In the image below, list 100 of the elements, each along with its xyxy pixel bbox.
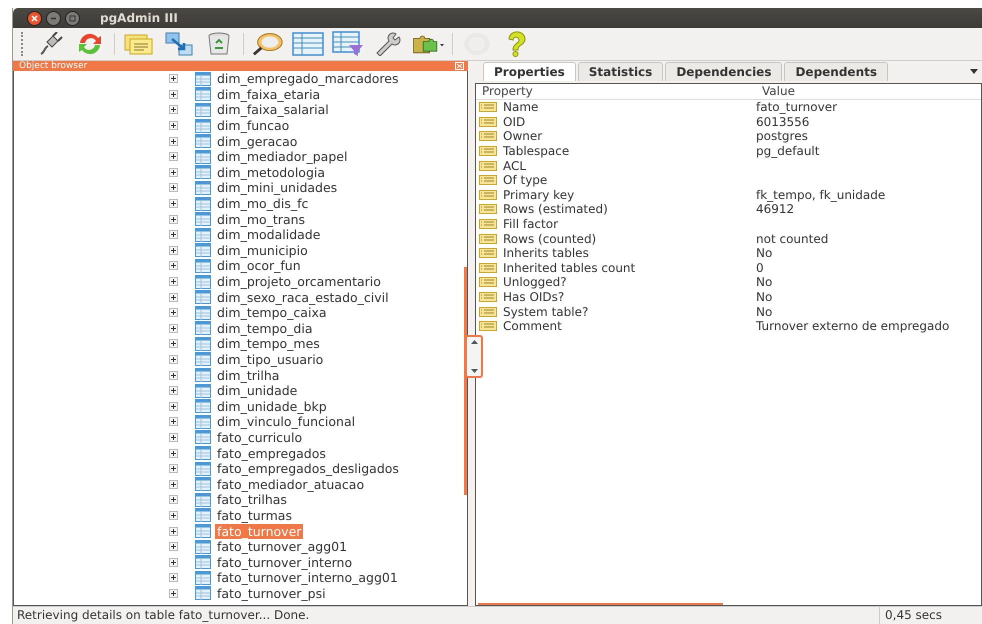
expand-icon[interactable]: [169, 121, 178, 130]
expand-icon[interactable]: [169, 573, 178, 582]
property-icon: [479, 116, 497, 127]
tree-item[interactable]: dim_tipo_usuario: [215, 352, 326, 367]
tree-item[interactable]: dim_faixa_etaria: [215, 86, 322, 102]
property-name: Rows (counted): [503, 232, 596, 246]
expand-icon[interactable]: [169, 432, 178, 442]
close-icon[interactable]: [455, 62, 464, 70]
tree-item[interactable]: dim_funcao: [215, 118, 292, 134]
expand-icon[interactable]: [169, 214, 178, 224]
expand-icon[interactable]: [169, 277, 178, 286]
expand-icon[interactable]: [169, 230, 178, 240]
tree-item[interactable]: dim_modalidade: [215, 227, 322, 242]
tree-item[interactable]: dim_projeto_orcamentario: [215, 274, 383, 290]
tree-item[interactable]: dim_tempo_mes: [215, 336, 322, 352]
table-icon: [195, 368, 211, 382]
tree-item[interactable]: fato_turnover_interno: [215, 554, 354, 570]
property-icon: [479, 146, 497, 156]
tree-item[interactable]: fato_turmas: [215, 508, 294, 523]
expand-icon[interactable]: [169, 417, 178, 426]
expand-icon[interactable]: [169, 542, 178, 552]
tree-item[interactable]: dim_ocor_fun: [215, 258, 303, 274]
expand-icon[interactable]: [169, 480, 178, 489]
tree-item[interactable]: dim_geracao: [215, 134, 300, 149]
property-icon: [479, 321, 497, 332]
tree-item[interactable]: dim_unidade_bkp: [215, 398, 329, 414]
minimize-button[interactable]: [46, 10, 61, 26]
expand-icon[interactable]: [169, 386, 178, 396]
property-name: Owner: [503, 129, 542, 144]
scrollbar-thumb[interactable]: [478, 603, 723, 605]
down-arrow-icon[interactable]: [470, 369, 478, 373]
property-value: No: [756, 304, 774, 319]
up-arrow-icon[interactable]: [470, 340, 478, 344]
tab[interactable]: Statistics: [578, 62, 664, 81]
tree-item[interactable]: fato_trilhas: [215, 492, 289, 508]
tree-item[interactable]: dim_empregado_marcadores: [215, 71, 401, 86]
expand-icon[interactable]: [169, 261, 178, 270]
dropdown-icon[interactable]: [970, 69, 978, 74]
tab[interactable]: Dependencies: [665, 62, 782, 81]
expand-icon[interactable]: [169, 402, 178, 411]
expand-icon[interactable]: [169, 354, 178, 364]
tree-item[interactable]: dim_mo_trans: [215, 212, 308, 227]
tree-item[interactable]: fato_empregados: [215, 446, 328, 461]
close-button[interactable]: [27, 10, 42, 26]
tree-item[interactable]: fato_turnover_interno_agg01: [215, 570, 400, 586]
expand-icon[interactable]: [169, 339, 178, 348]
tree-item[interactable]: dim_metodologia: [215, 164, 328, 180]
tree-item[interactable]: dim_unidade: [215, 383, 300, 398]
scroll-stepper[interactable]: [465, 335, 483, 378]
property-value: fk_tempo, fk_unidade: [756, 188, 886, 202]
table-icon: [195, 212, 211, 226]
tree-item[interactable]: dim_vinculo_funcional: [215, 414, 358, 430]
column-header[interactable]: Value: [756, 84, 981, 99]
sql-magnifier-icon[interactable]: [252, 30, 284, 58]
tree-item[interactable]: fato_turnover_agg01: [215, 539, 350, 554]
tree-item[interactable]: fato_curriculo: [215, 430, 304, 445]
expand-icon[interactable]: [169, 370, 178, 380]
expand-icon[interactable]: [169, 510, 178, 520]
tab[interactable]: Properties: [483, 62, 576, 81]
tree-item[interactable]: dim_municipio: [215, 242, 310, 258]
expand-icon[interactable]: [169, 588, 178, 598]
expand-icon[interactable]: [169, 495, 178, 504]
tree-item[interactable]: dim_tempo_caixa: [215, 305, 328, 320]
expand-icon[interactable]: [169, 558, 178, 567]
expand-icon[interactable]: [169, 464, 178, 474]
tree-item[interactable]: dim_tempo_dia: [215, 320, 315, 336]
expand-icon[interactable]: [169, 292, 178, 302]
tree-item[interactable]: dim_sexo_raca_estado_civil: [215, 290, 391, 305]
expand-icon[interactable]: [169, 74, 178, 84]
maximize-button[interactable]: [65, 10, 80, 26]
table-icon: [195, 462, 211, 476]
expand-icon[interactable]: [169, 168, 178, 177]
expand-icon[interactable]: [169, 448, 178, 458]
copy-arrow-icon[interactable]: [163, 30, 195, 58]
expand-icon[interactable]: [169, 246, 178, 255]
expand-icon[interactable]: [169, 199, 178, 208]
table-icon: [195, 290, 211, 304]
tree-item[interactable]: dim_mini_unidades: [215, 180, 340, 196]
table-icon: [195, 384, 211, 398]
expand-icon[interactable]: [169, 324, 178, 333]
tree-item[interactable]: fato_empregados_desligados: [215, 461, 401, 476]
table-icon[interactable]: [292, 30, 324, 58]
tab[interactable]: Dependents: [784, 62, 888, 81]
expand-icon[interactable]: [169, 183, 178, 192]
table-icon: [195, 243, 211, 258]
tree-item[interactable]: dim_mediador_papel: [215, 149, 350, 164]
expand-icon[interactable]: [169, 152, 178, 162]
tree-item[interactable]: dim_mo_dis_fc: [215, 196, 310, 212]
expand-icon[interactable]: [169, 90, 178, 99]
column-header[interactable]: Property: [476, 84, 756, 99]
tree-item[interactable]: fato_mediador_atuacao: [215, 476, 366, 492]
tree-item[interactable]: fato_turnover_psi: [215, 586, 328, 601]
expand-icon[interactable]: [169, 308, 178, 318]
table-filter-icon[interactable]: [332, 30, 364, 58]
property-name: Tablespace: [503, 144, 570, 158]
tree-item[interactable]: dim_trilha: [215, 368, 282, 383]
expand-icon[interactable]: [169, 136, 178, 146]
tree-item[interactable]: dim_faixa_salarial: [215, 102, 331, 118]
expand-icon[interactable]: [169, 526, 178, 536]
expand-icon[interactable]: [169, 105, 178, 114]
